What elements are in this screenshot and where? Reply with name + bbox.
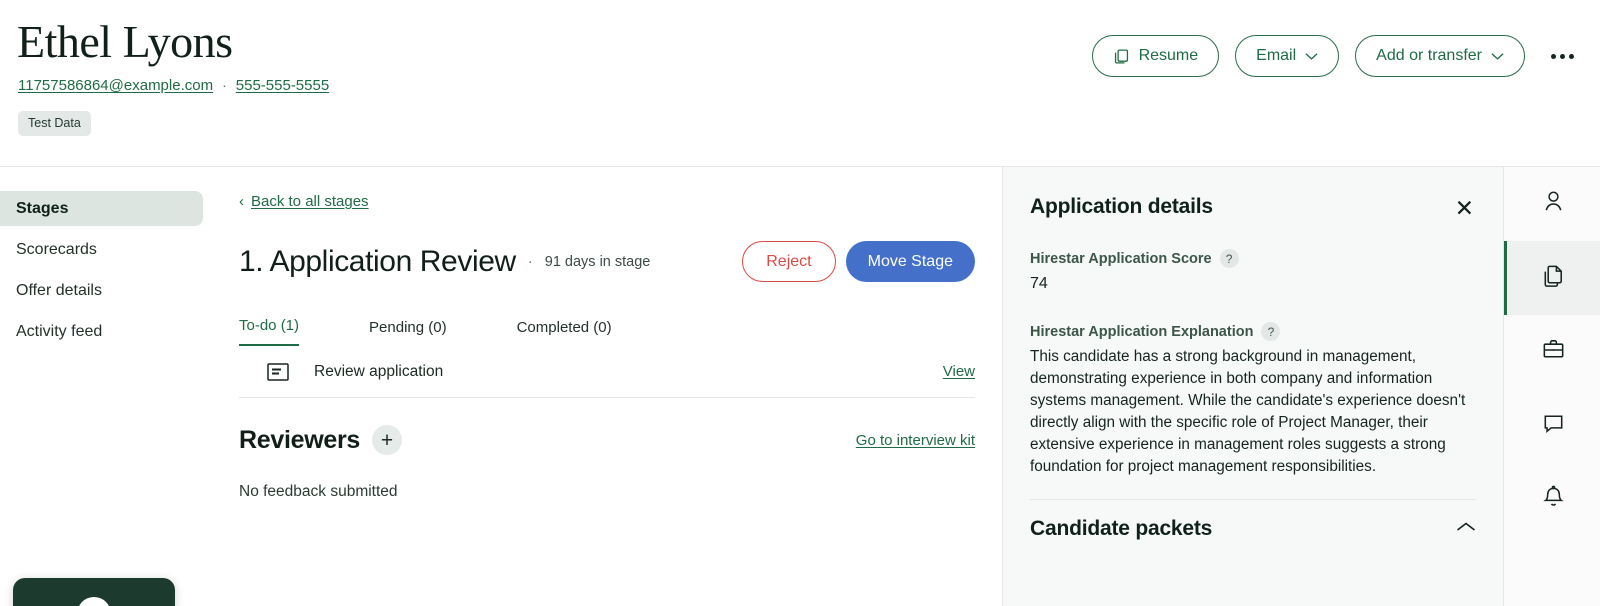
details-panel-title: Application details [1030, 195, 1213, 218]
sidebar-item-scorecards[interactable]: Scorecards [0, 232, 203, 267]
contact-row: 11757586864@example.com · 555-555-5555 [16, 77, 1576, 94]
chat-bubble-icon [77, 597, 111, 606]
chevron-down-icon [1305, 52, 1318, 61]
application-details-panel: Application details ✕ Hirestar Applicati… [1003, 167, 1504, 606]
explanation-label-row: Hirestar Application Explanation ? [1030, 322, 1476, 341]
rail-item-notifications[interactable] [1504, 463, 1600, 537]
page-header: Ethel Lyons 11757586864@example.com · 55… [0, 0, 1600, 167]
sidebar: Stages Scorecards Offer details Activity… [0, 167, 203, 606]
chevron-left-icon: ‹ [239, 193, 244, 210]
explanation-text: This candidate has a strong background i… [1030, 348, 1466, 476]
candidate-packets-section[interactable]: Candidate packets [1030, 517, 1476, 541]
form-document-icon [266, 362, 292, 382]
candidate-packets-title: Candidate packets [1030, 517, 1213, 541]
stage-actions: Reject Move Stage [742, 241, 975, 282]
details-header: Application details ✕ [1030, 195, 1476, 220]
candidate-profile-page: Ethel Lyons 11757586864@example.com · 55… [0, 0, 1600, 606]
right-icon-rail [1504, 167, 1600, 606]
task-row[interactable]: Review application View [239, 346, 975, 398]
email-dropdown-button[interactable]: Email [1235, 35, 1340, 77]
contact-separator: · [222, 77, 227, 94]
move-stage-button[interactable]: Move Stage [845, 241, 975, 282]
score-label: Hirestar Application Score [1030, 250, 1212, 267]
tab-pending[interactable]: Pending (0) [369, 319, 447, 346]
sidebar-item-activity-feed[interactable]: Activity feed [0, 314, 203, 349]
stage-duration: 91 days in stage [544, 253, 651, 270]
add-transfer-button-label: Add or transfer [1376, 47, 1482, 64]
email-button-label: Email [1256, 47, 1297, 64]
reviewers-header: Reviewers + Go to interview kit [239, 425, 975, 455]
stage-header-row: 1. Application Review · 91 days in stage… [239, 241, 975, 282]
interview-kit-link[interactable]: Go to interview kit [856, 432, 975, 449]
documents-icon [1540, 262, 1567, 294]
copy-document-icon [1113, 48, 1130, 65]
tab-todo[interactable]: To-do (1) [239, 317, 300, 346]
reviewers-empty-state: No feedback submitted [239, 483, 398, 500]
email-link[interactable]: 11757586864@example.com [18, 77, 213, 94]
add-or-transfer-button[interactable]: Add or transfer [1355, 35, 1525, 77]
briefcase-icon [1540, 336, 1567, 368]
tab-completed[interactable]: Completed (0) [517, 319, 612, 346]
phone-link[interactable]: 555-555-5555 [236, 77, 329, 94]
rail-item-jobs[interactable] [1504, 315, 1600, 389]
sidebar-item-label: Stages [16, 199, 69, 217]
main-content: ‹ Back to all stages 1. Application Revi… [203, 167, 1003, 606]
close-icon[interactable]: ✕ [1453, 195, 1476, 220]
task-label: Review application [314, 362, 444, 380]
hirestar-score-field: Hirestar Application Score ? 74 [1030, 249, 1476, 293]
stage-separator: · [527, 253, 533, 270]
panel-divider [1030, 499, 1476, 501]
task-view-link[interactable]: View [943, 363, 975, 380]
tag-row: Test Data [16, 110, 1576, 136]
resume-button-label: Resume [1138, 47, 1199, 64]
hirestar-explanation-field: Hirestar Application Explanation ? This … [1030, 322, 1476, 478]
person-icon [1540, 188, 1567, 220]
stage-tabs: To-do (1) Pending (0) Completed (0) [239, 310, 975, 346]
header-actions: Resume Email Add or transfer [1091, 35, 1578, 77]
more-options-icon[interactable] [1547, 48, 1578, 65]
back-link-label: Back to all stages [251, 193, 369, 210]
rail-item-documents[interactable] [1504, 241, 1600, 315]
back-to-all-stages-link[interactable]: ‹ Back to all stages [239, 193, 369, 210]
sidebar-item-label: Scorecards [16, 240, 97, 258]
sidebar-item-label: Offer details [16, 281, 102, 299]
chevron-up-icon[interactable] [1456, 520, 1476, 538]
chat-icon [1540, 410, 1567, 442]
reject-button[interactable]: Reject [742, 241, 836, 282]
reviewers-title: Reviewers [239, 425, 360, 454]
score-label-row: Hirestar Application Score ? [1030, 249, 1476, 268]
help-icon[interactable]: ? [1219, 249, 1239, 268]
resume-button[interactable]: Resume [1091, 35, 1220, 77]
score-value: 74 [1030, 275, 1048, 292]
rail-item-messages[interactable] [1504, 389, 1600, 463]
explanation-label: Hirestar Application Explanation [1030, 323, 1254, 340]
sidebar-item-label: Activity feed [16, 322, 103, 340]
stage-title: 1. Application Review [239, 244, 516, 278]
status-badge: Test Data [18, 110, 91, 136]
add-reviewer-button[interactable]: + [372, 425, 402, 455]
rail-item-person[interactable] [1504, 167, 1600, 241]
chat-help-widget[interactable] [13, 578, 175, 606]
help-icon[interactable]: ? [1261, 322, 1281, 341]
bell-icon [1540, 484, 1567, 516]
sidebar-item-offer-details[interactable]: Offer details [0, 273, 203, 308]
page-body: Stages Scorecards Offer details Activity… [0, 167, 1600, 606]
sidebar-item-stages[interactable]: Stages [0, 191, 203, 226]
chevron-down-icon [1491, 52, 1504, 61]
